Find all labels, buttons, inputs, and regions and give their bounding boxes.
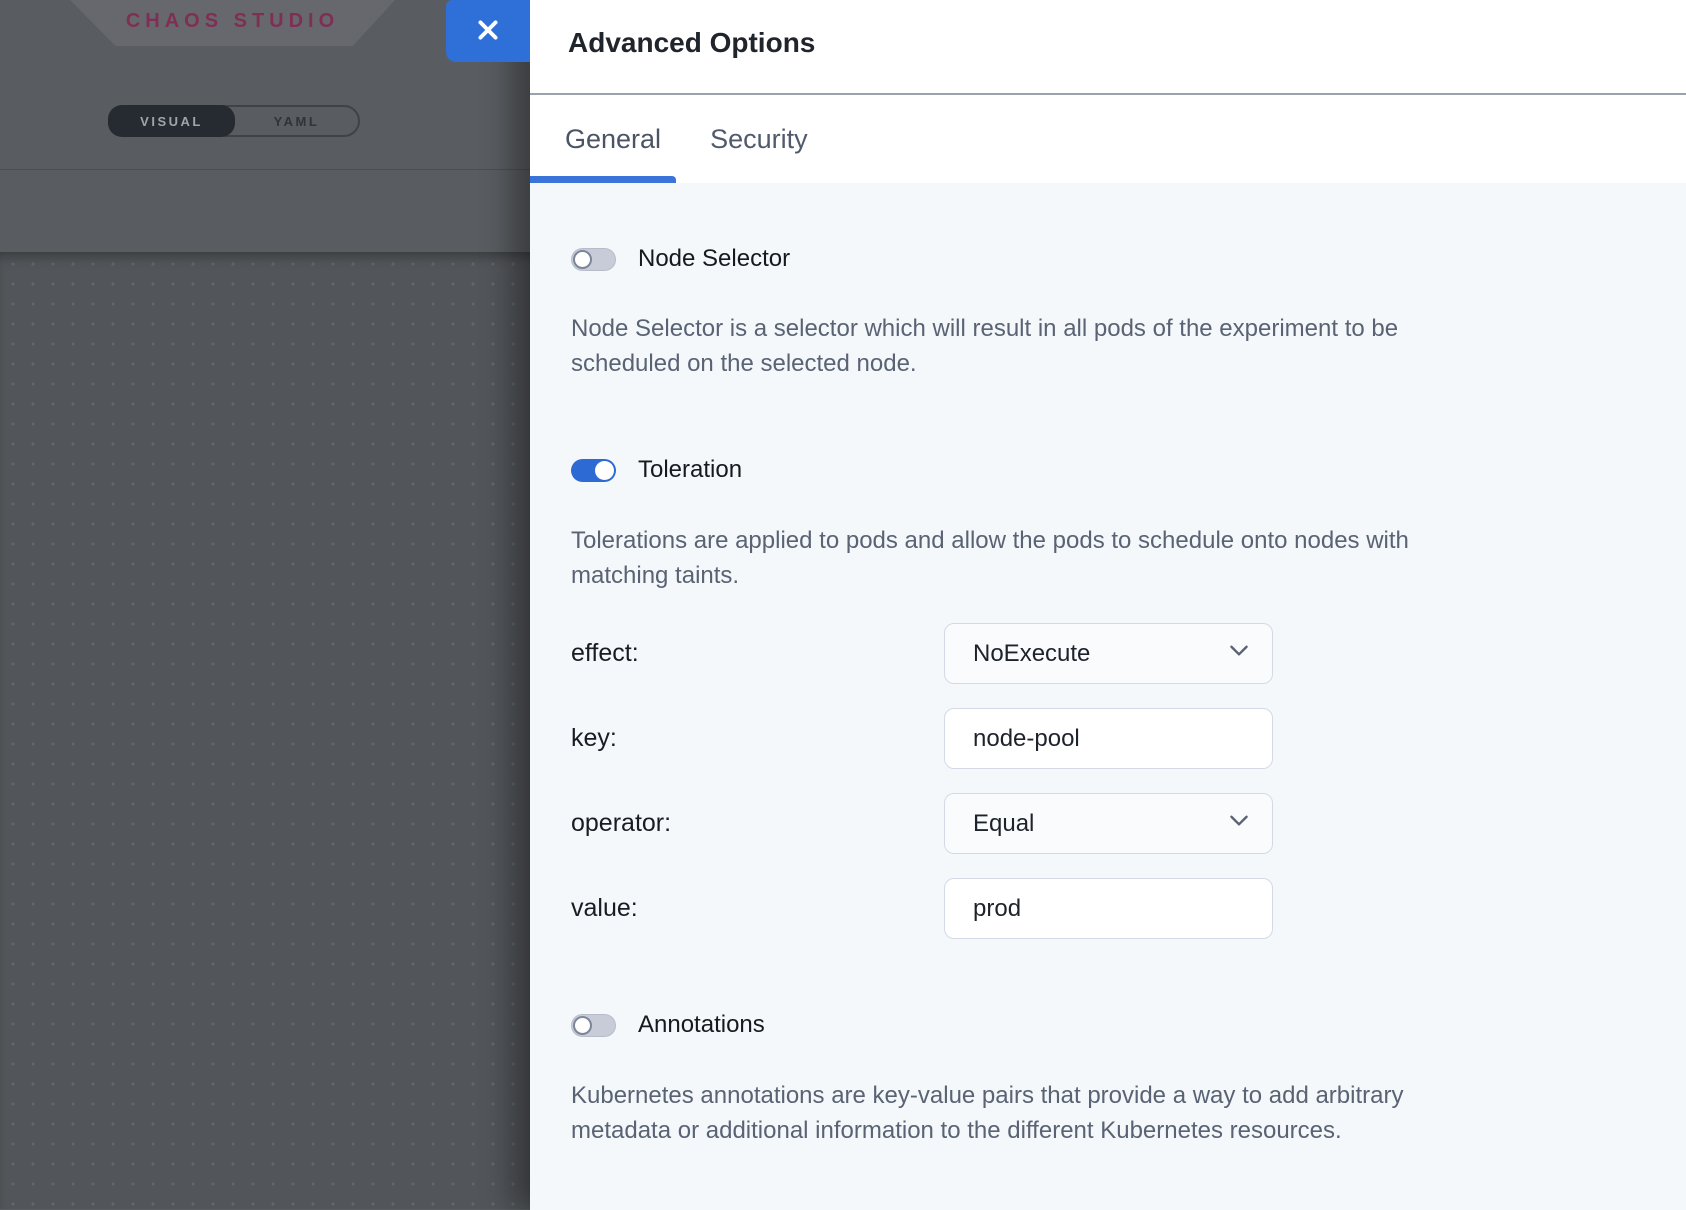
node-selector-toggle[interactable] [571,248,616,271]
chaos-studio-canvas-dimmed: CHAOS STUDIO VISUAL YAML [0,0,530,1210]
node-selector-label: Node Selector [638,245,790,273]
node-selector-row: Node Selector [571,245,1646,273]
key-input[interactable] [944,708,1273,769]
close-drawer-button[interactable] [446,0,530,62]
annotations-label: Annotations [638,1011,765,1039]
tab-security[interactable]: Security [710,95,808,183]
drawer-content: Node Selector Node Selector is a selecto… [530,183,1686,1210]
toleration-row: Toleration [571,456,1646,484]
canvas-toolbar [0,170,530,252]
toleration-toggle[interactable] [571,459,616,482]
annotations-row: Annotations [571,1011,1646,1039]
node-selector-description: Node Selector is a selector which will r… [571,311,1531,381]
effect-label: effect: [571,639,944,668]
brand-title: CHAOS STUDIO [126,10,339,37]
visual-tab[interactable]: VISUAL [108,105,235,137]
annotations-description: Kubernetes annotations are key-value pai… [571,1078,1531,1148]
toleration-form: effect: NoExecute key: operator: Equal [571,623,1646,939]
chevron-down-icon [1226,807,1252,840]
close-icon [475,17,501,46]
dotted-canvas [0,252,530,1209]
toggle-knob [595,461,614,480]
operator-select[interactable]: Equal [944,793,1273,854]
toleration-description: Tolerations are applied to pods and allo… [571,523,1531,593]
toggle-knob [573,1016,592,1035]
brand-banner: CHAOS STUDIO [70,0,395,46]
visual-yaml-toggle: VISUAL YAML [108,105,360,137]
value-input[interactable] [944,878,1273,939]
tab-general[interactable]: General [530,95,676,183]
operator-label: operator: [571,809,944,838]
chevron-down-icon [1226,637,1252,670]
annotations-toggle[interactable] [571,1014,616,1037]
drawer-header: Advanced Options [530,0,1686,95]
advanced-options-drawer: Advanced Options General Security Node S… [530,0,1686,1210]
key-label: key: [571,724,944,753]
effect-select[interactable]: NoExecute [944,623,1273,684]
drawer-tabs: General Security [530,95,1686,183]
toggle-knob [573,250,592,269]
value-label: value: [571,894,944,923]
yaml-tab[interactable]: YAML [235,107,358,135]
toleration-label: Toleration [638,456,742,484]
drawer-title: Advanced Options [568,27,1686,59]
